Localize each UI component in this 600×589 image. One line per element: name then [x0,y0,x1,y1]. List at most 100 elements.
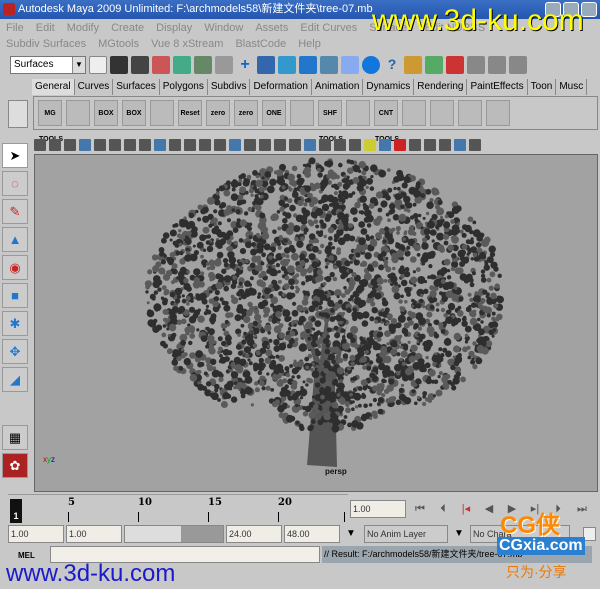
menu-blastcode[interactable]: BlastCode [235,38,286,50]
panel-tool-icon[interactable] [139,138,151,151]
snap-grid-icon[interactable] [215,56,233,74]
panel-tool-icon[interactable] [214,138,226,151]
shelf-button[interactable]: SHF TOOLS [318,100,343,143]
shelf-button[interactable]: BOX [94,100,118,126]
shelf-button[interactable] [346,100,370,126]
selection-mask-icon[interactable] [425,56,443,74]
shelf-button[interactable]: MG TOOLS [38,100,63,143]
step-back-frame-button[interactable]: |◂ [456,499,476,519]
panel-tool-icon[interactable] [379,138,391,151]
shelf-button[interactable] [290,100,314,126]
paint-select-tool-icon[interactable]: ✎ [2,199,28,224]
snap-point-icon[interactable] [278,56,296,74]
chevron-down-icon[interactable]: ▼ [346,528,356,539]
shelf-button[interactable] [402,100,426,126]
panel-tool-icon[interactable] [229,138,241,151]
animation-preferences-icon[interactable] [583,527,596,541]
history-icon[interactable] [320,56,338,74]
lasso-tool-icon[interactable]: ◌ [2,171,28,196]
range-slider[interactable] [124,525,224,543]
panel-tool-icon[interactable] [469,138,481,151]
panel-tool-icon[interactable] [454,138,466,151]
tab-general[interactable]: General [32,79,75,95]
shelf-menu-button[interactable] [8,100,28,128]
rotate-tool-icon[interactable]: ◉ [2,255,28,280]
menu-window[interactable]: Window [204,22,243,34]
anim-layer-dropdown[interactable]: No Anim Layer [364,525,448,543]
scale-tool-icon[interactable]: ■ [2,283,28,308]
range-slider-handle[interactable] [125,526,181,542]
show-manipulator-icon[interactable]: ◢ [2,367,28,392]
playback-start-field[interactable]: 1.00 [66,525,122,543]
shelf-button[interactable]: BOX [122,100,146,126]
panel-tool-icon[interactable] [274,138,286,151]
tab-deformation[interactable]: Deformation [250,79,312,95]
shelf-button[interactable]: zero [206,100,230,126]
panel-tool-icon[interactable] [79,138,91,151]
tab-rendering[interactable]: Rendering [414,79,468,95]
tab-animation[interactable]: Animation [312,79,364,95]
save-scene-icon[interactable] [131,56,149,74]
menu-subdiv-surfaces[interactable]: Subdiv Surfaces [6,38,86,50]
shelf-button[interactable] [430,100,454,126]
panel-tool-icon[interactable] [49,138,61,151]
panel-tool-icon[interactable] [154,138,166,151]
tab-curves[interactable]: Curves [75,79,114,95]
shelf-button[interactable] [150,100,174,126]
soft-modification-icon[interactable]: ✥ [2,339,28,364]
snap-curve-icon[interactable] [257,56,275,74]
universal-manipulator-icon[interactable]: ✱ [2,311,28,336]
render-icon[interactable] [341,56,359,74]
menu-edit-curves[interactable]: Edit Curves [300,22,357,34]
menu-edit[interactable]: Edit [36,22,55,34]
shelf-button[interactable]: zero [234,100,258,126]
shelf-button[interactable]: Reset [178,100,202,126]
menu-assets[interactable]: Assets [255,22,288,34]
shelf-button[interactable]: ONE [262,100,286,126]
play-backwards-button[interactable]: ◀ [479,499,499,519]
select-object-icon[interactable] [173,56,191,74]
go-to-end-button[interactable]: ⏭ [572,499,592,519]
current-frame-marker[interactable]: 1 [10,499,22,523]
panel-tool-icon[interactable] [334,138,346,151]
attribute-editor-icon[interactable] [467,56,485,74]
select-component-icon[interactable] [194,56,212,74]
time-slider[interactable]: 1 5 10 15 20 [8,494,348,524]
tab-subdivs[interactable]: Subdivs [208,79,251,95]
menu-modify[interactable]: Modify [67,22,99,34]
menu-mgtools[interactable]: MGtools [98,38,139,50]
panel-tool-icon[interactable] [304,138,316,151]
panel-tool-icon[interactable] [289,138,301,151]
channel-box-icon[interactable] [509,56,527,74]
tab-painteffects[interactable]: PaintEffects [467,79,528,95]
new-scene-icon[interactable] [89,56,107,74]
panel-tool-icon[interactable] [319,138,331,151]
panel-tool-icon[interactable] [259,138,271,151]
ipr-render-icon[interactable] [362,56,380,74]
tab-polygons[interactable]: Polygons [160,79,208,95]
last-tool-icon[interactable]: ✿ [2,453,28,478]
plus-icon[interactable]: + [236,56,254,74]
tab-toon[interactable]: Toon [528,79,557,95]
panel-tool-icon[interactable] [409,138,421,151]
panel-tool-icon[interactable] [424,138,436,151]
tab-surfaces[interactable]: Surfaces [113,79,160,95]
panel-tool-icon[interactable] [64,138,76,151]
end-time-field[interactable]: 48.00 [284,525,340,543]
start-time-field[interactable]: 1.00 [8,525,64,543]
shelf-button[interactable] [486,100,510,126]
menu-create[interactable]: Create [111,22,144,34]
select-tool-icon[interactable]: ➤ [2,143,28,168]
menu-vue[interactable]: Vue 8 xStream [151,38,223,50]
panel-tool-icon[interactable] [109,138,121,151]
move-tool-icon[interactable]: ▲ [2,227,28,252]
shelf-button[interactable]: CNT TOOLS [374,100,399,143]
panel-tool-icon[interactable] [184,138,196,151]
current-time-field[interactable]: 1.00 [350,500,406,518]
panel-tool-icon[interactable] [94,138,106,151]
menu-set-dropdown[interactable]: Surfaces ▼ [10,56,86,74]
panel-tool-icon[interactable] [199,138,211,151]
viewport-persp[interactable]: xyz persp [34,154,598,492]
lock-icon[interactable] [404,56,422,74]
snap-plane-icon[interactable] [299,56,317,74]
